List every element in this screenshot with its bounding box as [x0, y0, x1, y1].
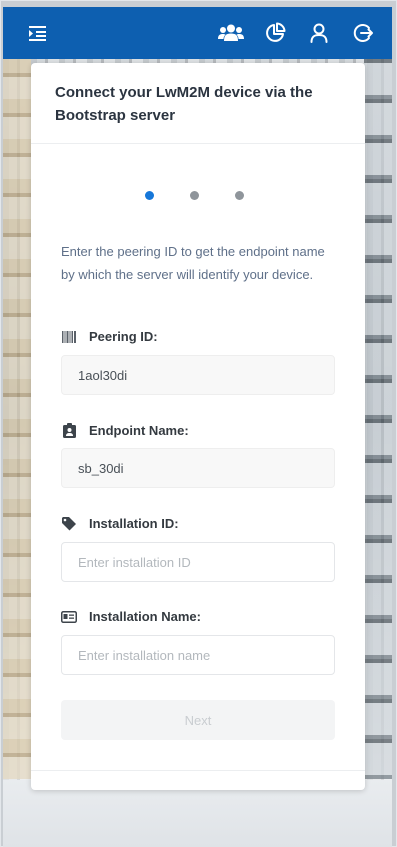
tag-icon — [61, 516, 77, 531]
installation-name-field[interactable] — [61, 635, 335, 675]
peering-id-field[interactable] — [61, 355, 335, 395]
installation-name-label-text: Installation Name: — [89, 609, 201, 624]
id-badge-icon — [61, 423, 77, 438]
id-card-icon — [61, 610, 77, 624]
card-footer-divider — [31, 770, 365, 771]
step-dot-3[interactable] — [235, 191, 244, 200]
top-navbar — [3, 7, 392, 59]
background-building-left — [3, 59, 31, 779]
pie-chart-icon[interactable] — [262, 20, 288, 46]
step-dot-2[interactable] — [190, 191, 199, 200]
installation-id-field[interactable] — [61, 542, 335, 582]
logout-icon[interactable] — [350, 20, 376, 46]
card-title: Connect your LwM2M device via the Bootst… — [55, 84, 313, 124]
peering-id-label: Peering ID: — [61, 329, 158, 344]
next-button[interactable]: Next — [61, 700, 335, 740]
installation-name-label: Installation Name: — [61, 609, 201, 624]
endpoint-name-field[interactable] — [61, 448, 335, 488]
background-building-right — [364, 59, 392, 779]
card-divider — [31, 143, 365, 144]
endpoint-name-label-text: Endpoint Name: — [89, 423, 189, 438]
connect-device-card: Connect your LwM2M device via the Bootst… — [31, 63, 365, 790]
peering-id-label-text: Peering ID: — [89, 329, 158, 344]
step-indicator — [145, 191, 244, 200]
user-icon[interactable] — [306, 20, 332, 46]
step-instructions: Enter the peering ID to get the endpoint… — [61, 244, 325, 282]
barcode-icon — [61, 330, 77, 344]
menu-indent-icon[interactable] — [27, 23, 49, 43]
users-icon[interactable] — [218, 20, 244, 46]
installation-id-label-text: Installation ID: — [89, 516, 179, 531]
step-dot-1[interactable] — [145, 191, 154, 200]
endpoint-name-label: Endpoint Name: — [61, 423, 189, 438]
installation-id-label: Installation ID: — [61, 516, 179, 531]
background-footer — [3, 780, 392, 847]
